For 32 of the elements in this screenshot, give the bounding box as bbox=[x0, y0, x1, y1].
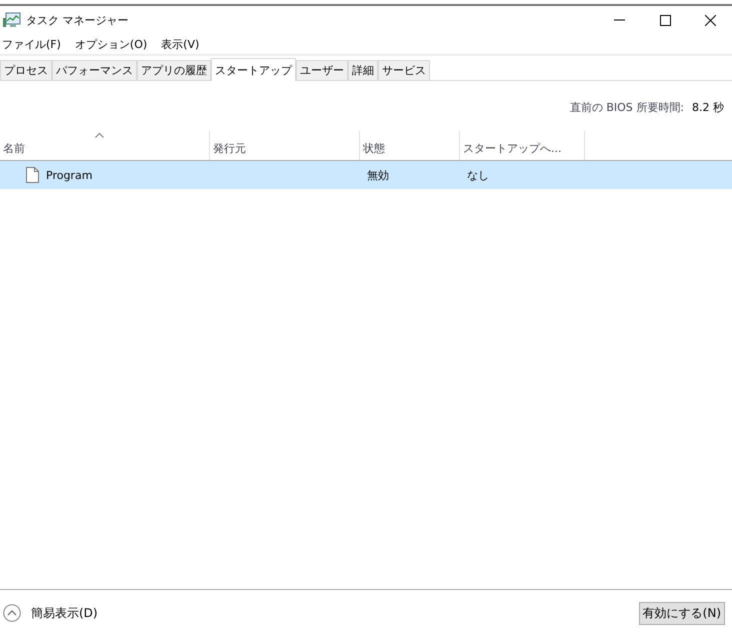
window-title: タスク マネージャー bbox=[26, 12, 128, 28]
table-cell: Program bbox=[46, 168, 92, 182]
tab[interactable]: アプリの履歴 bbox=[137, 60, 211, 80]
column-header[interactable]: 名前 bbox=[0, 131, 210, 160]
menu-item[interactable]: 表示(V) bbox=[161, 36, 200, 52]
collapse-icon[interactable] bbox=[3, 604, 21, 622]
column-header[interactable]: 発行元 bbox=[210, 131, 360, 160]
tab[interactable]: プロセス bbox=[0, 60, 52, 80]
document-icon bbox=[26, 167, 39, 183]
column-label: スタートアップへ... bbox=[463, 141, 562, 156]
tab[interactable]: ユーザー bbox=[296, 60, 348, 80]
column-label: 名前 bbox=[3, 141, 25, 156]
table-cell: 無効 bbox=[367, 168, 389, 182]
table-row[interactable]: Program 無効 なし bbox=[0, 161, 732, 189]
column-label: 発行元 bbox=[213, 141, 246, 156]
tab[interactable]: パフォーマンス bbox=[52, 60, 137, 80]
bios-time-label: 直前の BIOS 所要時間: bbox=[570, 100, 684, 116]
close-icon[interactable] bbox=[705, 14, 716, 26]
column-label: 状態 bbox=[363, 141, 385, 156]
menu-item[interactable]: オプション(O) bbox=[74, 36, 148, 52]
monitor-icon bbox=[3, 12, 21, 28]
table-cell: なし bbox=[467, 168, 489, 182]
tab[interactable]: スタートアップ bbox=[211, 58, 296, 81]
column-header[interactable]: 状態 bbox=[360, 131, 460, 160]
enable-button[interactable]: 有効にする(N) bbox=[638, 602, 725, 624]
menu-item[interactable]: ファイル(F) bbox=[2, 36, 61, 52]
column-header[interactable]: スタートアップへ... bbox=[460, 131, 585, 160]
tab[interactable]: 詳細 bbox=[348, 60, 378, 80]
tab[interactable]: サービス bbox=[378, 60, 430, 80]
fewer-details-link[interactable]: 簡易表示(D) bbox=[31, 604, 98, 622]
bios-time-value: 8.2 秒 bbox=[692, 100, 724, 116]
maximize-icon[interactable] bbox=[660, 14, 671, 26]
